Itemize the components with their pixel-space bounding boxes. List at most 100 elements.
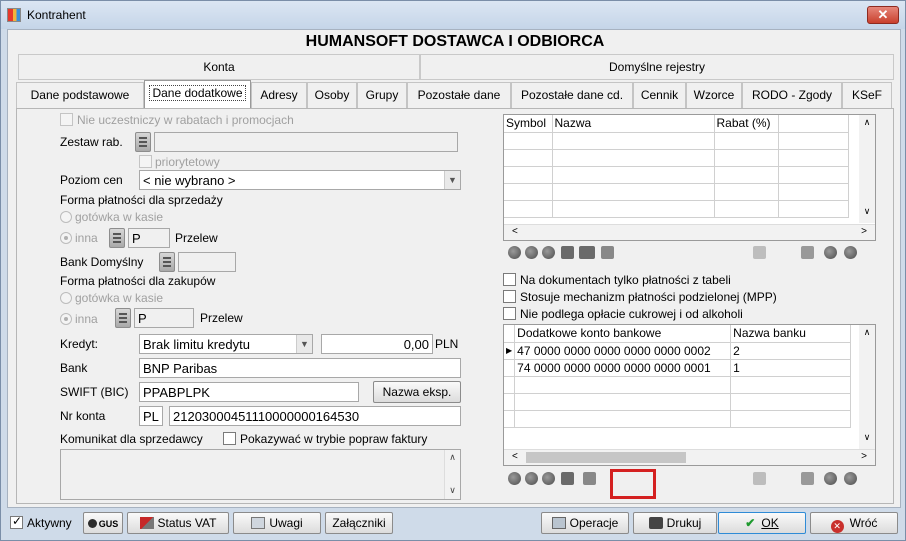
purchase-payment-picker-icon[interactable] — [115, 308, 131, 328]
tab-cennik[interactable]: Cennik — [633, 82, 686, 108]
column-header-bank-name[interactable]: Nazwa banku — [730, 325, 852, 343]
structure-icon[interactable] — [601, 246, 614, 259]
tab-dane-podstawowe[interactable]: Dane podstawowe — [16, 82, 144, 108]
account-country-field[interactable]: PL — [139, 406, 163, 426]
priority-checkbox[interactable] — [139, 155, 152, 168]
tab-osoby[interactable]: Osoby — [307, 82, 357, 108]
purchase-other-radio[interactable] — [60, 313, 72, 325]
account-number-field[interactable]: 21203000451110000000164530 — [169, 406, 461, 426]
grid-icon[interactable] — [561, 472, 574, 485]
print-button[interactable]: Drukuj — [633, 512, 717, 534]
bank-field[interactable]: BNP Paribas — [139, 358, 461, 378]
list-icon[interactable] — [579, 246, 595, 259]
notes-button[interactable]: Uwagi — [233, 512, 321, 534]
chevron-down-icon[interactable]: ▼ — [296, 335, 312, 353]
bank-grid-vscroll[interactable]: ∧ ∨ — [859, 325, 875, 449]
column-header-rabat[interactable]: Rabat (%) — [714, 115, 779, 133]
copy-icon[interactable] — [801, 472, 814, 485]
sale-payment-picker-icon[interactable] — [109, 228, 125, 248]
active-checkbox[interactable] — [10, 514, 23, 529]
credit-amount-field[interactable]: 0,00 — [321, 334, 433, 354]
next-icon[interactable] — [844, 246, 857, 259]
copy-icon[interactable] — [801, 246, 814, 259]
close-button[interactable]: ✕ — [867, 6, 899, 24]
attachments-button[interactable]: Załączniki — [325, 512, 393, 534]
document-icon[interactable] — [753, 246, 766, 259]
column-header-symbol[interactable]: Symbol — [504, 115, 553, 133]
purchase-cash-radio[interactable] — [60, 292, 72, 304]
show-in-correction-checkbox[interactable] — [223, 432, 236, 445]
memo-scrollbar[interactable]: ∧ ∨ — [444, 450, 460, 499]
table-row[interactable] — [504, 410, 852, 428]
tab-adresy[interactable]: Adresy — [251, 82, 307, 108]
scroll-left-icon[interactable]: < — [512, 451, 518, 462]
add-icon[interactable] — [508, 246, 521, 259]
table-row[interactable] — [504, 166, 849, 184]
tab-pozostale-dane-cd[interactable]: Pozostałe dane cd. — [511, 82, 633, 108]
zoom-icon[interactable] — [525, 246, 538, 259]
default-bank-picker-icon[interactable] — [159, 252, 175, 272]
operations-button[interactable]: Operacje — [541, 512, 629, 534]
table-row[interactable] — [504, 376, 852, 394]
gus-button[interactable]: GUS — [83, 512, 123, 534]
table-row[interactable] — [504, 183, 849, 201]
discount-grid-vscroll[interactable]: ∧ ∨ — [859, 115, 875, 223]
tab-ksef[interactable]: KSeF — [842, 82, 892, 108]
account-cell[interactable]: 74 0000 0000 0000 0000 0000 0001 — [514, 359, 732, 377]
remove-icon[interactable] — [542, 246, 555, 259]
sale-other-radio[interactable] — [60, 232, 72, 244]
vat-status-button[interactable]: Status VAT — [127, 512, 229, 534]
group-tab-konta[interactable]: Konta — [18, 54, 420, 80]
bank-accounts-grid[interactable]: Dodatkowe konto bankowe Nazwa banku ▶ 47… — [503, 324, 876, 466]
remove-icon[interactable] — [542, 472, 555, 485]
prev-icon[interactable] — [824, 246, 837, 259]
discount-set-picker-icon[interactable] — [135, 132, 151, 152]
table-row[interactable] — [504, 393, 852, 411]
table-row[interactable]: ▶ 47 0000 0000 0000 0000 0000 0002 2 — [504, 342, 852, 360]
ok-button[interactable]: ✔ OK — [718, 512, 806, 534]
purchase-payment-code[interactable]: P — [134, 308, 194, 328]
scroll-right-icon[interactable]: > — [861, 451, 867, 462]
sale-payment-code[interactable]: P — [128, 228, 170, 248]
tab-pozostale-dane[interactable]: Pozostałe dane — [407, 82, 511, 108]
column-header-nazwa[interactable]: Nazwa — [552, 115, 715, 133]
swift-field[interactable]: PPABPLPK — [139, 382, 359, 402]
default-bank-field[interactable] — [178, 252, 236, 272]
credit-select[interactable]: Brak limitu kredytu ▼ — [139, 334, 313, 354]
zoom-icon[interactable] — [525, 472, 538, 485]
bank-name-cell[interactable]: 2 — [730, 342, 852, 360]
split-payment-checkbox[interactable] — [503, 290, 516, 303]
seller-message-memo[interactable]: ∧ ∨ — [60, 449, 461, 500]
tab-grupy[interactable]: Grupy — [357, 82, 407, 108]
account-cell[interactable]: 47 0000 0000 0000 0000 0000 0002 — [514, 342, 732, 360]
price-level-select[interactable]: < nie wybrano > ▼ — [139, 170, 461, 190]
table-row[interactable]: 74 0000 0000 0000 0000 0000 0001 1 — [504, 359, 852, 377]
no-discount-checkbox[interactable] — [60, 113, 73, 126]
scroll-left-icon[interactable]: < — [512, 226, 518, 237]
scroll-thumb[interactable] — [526, 452, 686, 463]
document-icon[interactable] — [753, 472, 766, 485]
group-tab-domyslne-rejestry[interactable]: Domyślne rejestry — [420, 54, 894, 80]
discount-set-field[interactable] — [154, 132, 458, 152]
bank-grid-hscroll[interactable]: < > — [504, 449, 875, 465]
table-row[interactable] — [504, 132, 849, 150]
prev-icon[interactable] — [824, 472, 837, 485]
export-name-button[interactable]: Nazwa eksp. — [373, 381, 461, 403]
table-row[interactable] — [504, 200, 849, 218]
scroll-right-icon[interactable]: > — [861, 226, 867, 237]
add-icon[interactable] — [508, 472, 521, 485]
bank-name-cell[interactable]: 1 — [730, 359, 852, 377]
discount-grid-hscroll[interactable]: < > — [504, 224, 875, 240]
tab-rodo-zgody[interactable]: RODO - Zgody — [742, 82, 842, 108]
next-icon[interactable] — [844, 472, 857, 485]
back-button[interactable]: ✕ Wróć — [810, 512, 898, 534]
tab-wzorce[interactable]: Wzorce — [686, 82, 742, 108]
sugar-fee-checkbox[interactable] — [503, 307, 516, 320]
chevron-down-icon[interactable]: ▼ — [444, 171, 460, 189]
only-table-payments-checkbox[interactable] — [503, 273, 516, 286]
tab-dane-dodatkowe[interactable]: Dane dodatkowe — [144, 80, 251, 109]
column-header-account[interactable]: Dodatkowe konto bankowe — [514, 325, 732, 343]
sale-cash-radio[interactable] — [60, 211, 72, 223]
grid-icon[interactable] — [561, 246, 574, 259]
structure-icon[interactable] — [583, 472, 596, 485]
